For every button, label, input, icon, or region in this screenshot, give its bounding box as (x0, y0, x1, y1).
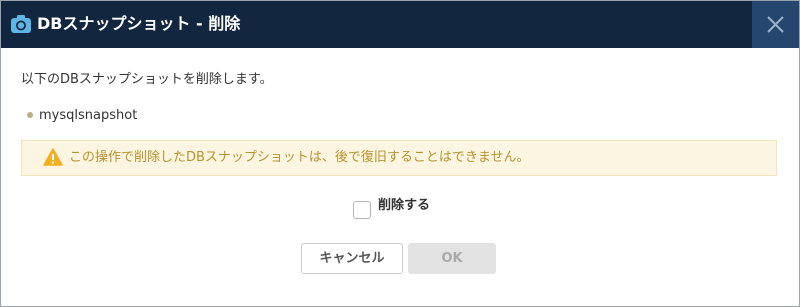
warning-icon (43, 148, 63, 170)
delete-message: 以下のDBスナップショットを削除します。 (21, 72, 273, 87)
snapshot-list-item: mysqlsnapshot (27, 107, 137, 125)
confirm-checkbox[interactable] (353, 201, 371, 219)
close-icon (767, 16, 784, 33)
cancel-button[interactable]: キャンセル (301, 243, 403, 274)
confirm-label[interactable]: 削除する (378, 197, 430, 215)
snapshot-name: mysqlsnapshot (39, 108, 138, 123)
bullet-icon (27, 111, 33, 118)
dialog-title: DBスナップショット - 削除 (37, 14, 241, 33)
camera-icon (10, 14, 32, 34)
warning-banner: この操作で削除したDBスナップショットは、後で復旧することはできません。 (21, 140, 777, 176)
warning-text: この操作で削除したDBスナップショットは、後で復旧することはできません。 (69, 150, 530, 165)
ok-button[interactable]: OK (408, 243, 496, 274)
delete-snapshot-dialog: DBスナップショット - 削除 以下のDBスナップショットを削除します。 mys… (0, 0, 800, 307)
close-button[interactable] (752, 1, 799, 48)
dialog-header: DBスナップショット - 削除 (1, 1, 799, 48)
